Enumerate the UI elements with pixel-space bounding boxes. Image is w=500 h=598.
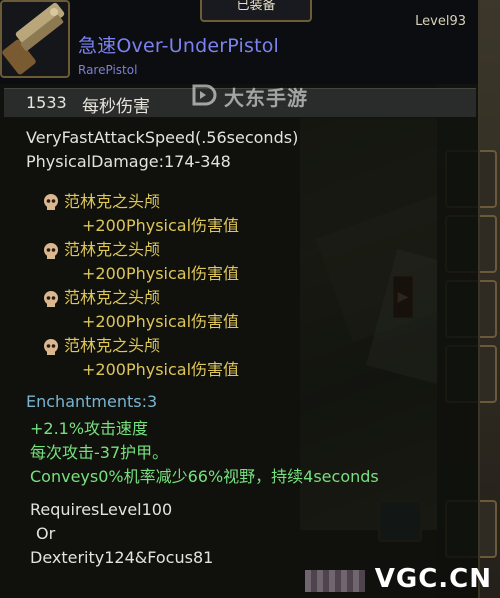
dps-label: 每秒伤害 — [82, 97, 150, 117]
skull-gem-icon — [44, 339, 58, 355]
socket-gem-bonus: +200Physical伤害值 — [82, 312, 240, 331]
skull-gem-icon — [44, 243, 58, 259]
enchantments-header: Enchantments:3 — [26, 392, 158, 411]
dps-value: 1533 — [26, 93, 67, 112]
bottom-watermark-logo: VGC.CN — [374, 564, 492, 594]
equipped-tab: 已装备 — [200, 0, 312, 22]
item-level: Level93 — [415, 14, 466, 29]
socket-gem-bonus: +200Physical伤害值 — [82, 264, 240, 283]
top-watermark-logo: 大东手游 — [192, 80, 352, 112]
skull-gem-icon — [44, 291, 58, 307]
attack-speed-line: VeryFastAttackSpeed(.56seconds) — [26, 128, 299, 147]
enchantment-line: +2.1%攻击速度 — [30, 419, 149, 438]
socket-gem-name: 范林克之头颅 — [64, 336, 161, 355]
socket-gem-bonus: +200Physical伤害值 — [82, 360, 240, 379]
pixelated-blur — [305, 570, 365, 592]
socket-gem-name: 范林克之头颅 — [64, 192, 161, 211]
pistol-icon — [0, 0, 70, 78]
requires-stats: Dexterity124&Focus81 — [30, 548, 214, 567]
skull-gem-icon — [44, 194, 58, 210]
enchantment-line: Conveys0%机率减少66%视野，持续4seconds — [30, 467, 379, 486]
physical-damage-line: PhysicalDamage:174-348 — [26, 152, 231, 171]
item-type: RarePistol — [78, 63, 138, 77]
tooltip-header: 已装备 Level93 急速Over-UnderPistol RarePisto… — [0, 0, 478, 84]
enchantment-line: 每次攻击-37护甲。 — [30, 443, 169, 462]
item-name: 急速Over-UnderPistol — [78, 35, 280, 57]
item-tooltip: 已装备 Level93 急速Over-UnderPistol RarePisto… — [0, 0, 480, 598]
socket-gem-name: 范林克之头颅 — [64, 288, 161, 307]
requires-level: RequiresLevel100 — [30, 500, 173, 519]
requires-or: Or — [36, 524, 56, 543]
socket-gem-name: 范林克之头颅 — [64, 240, 161, 259]
socket-gem-bonus: +200Physical伤害值 — [82, 216, 240, 235]
